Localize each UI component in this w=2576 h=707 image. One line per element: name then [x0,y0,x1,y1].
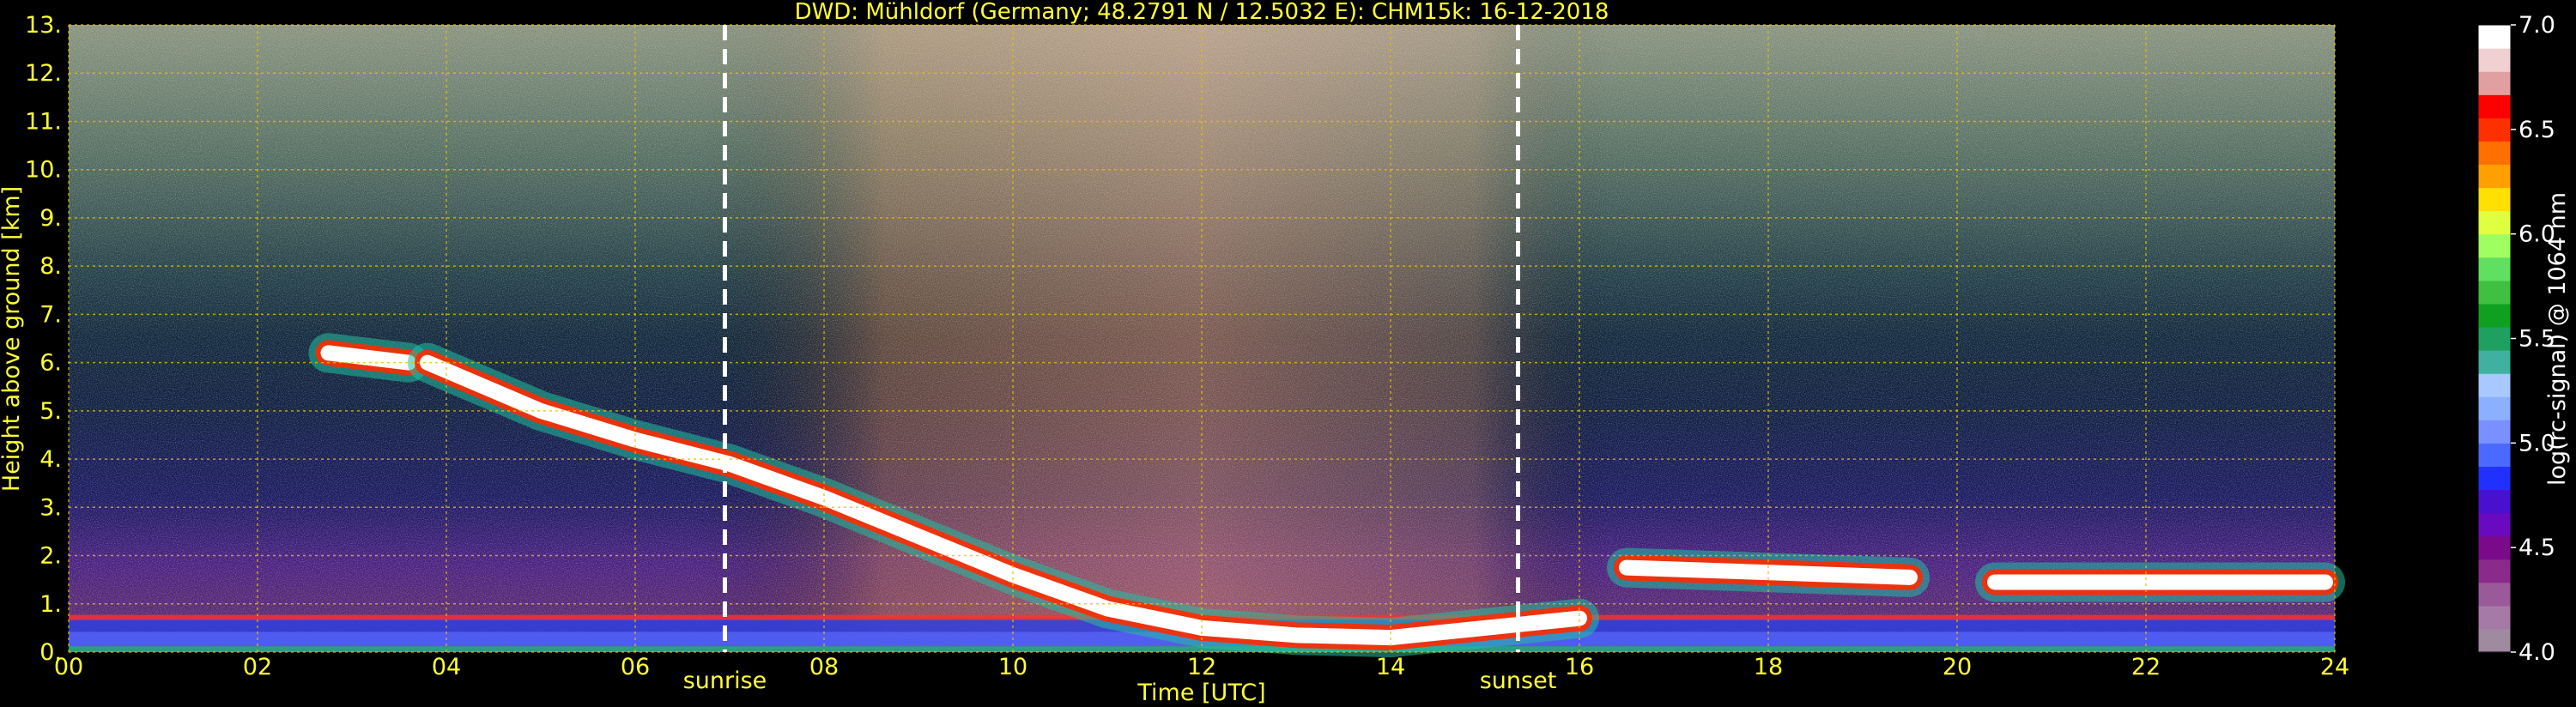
y-tick-label: 2. [39,543,62,570]
lidar-chart: DWD: Mühldorf (Germany; 48.2791 N / 12.5… [0,0,2571,706]
y-tick-label: 6. [39,350,62,377]
x-axis-label: Time [UTC] [1136,680,1265,706]
colorbar-block [2478,118,2511,142]
elevated-cloud-a-core [320,345,416,371]
colorbar-blocks [2478,25,2511,653]
x-tick-label: 20 [1943,654,1972,680]
colorbar-block [2478,25,2511,49]
y-tick-label: 3. [39,494,62,521]
y-tick-label: 13. [25,12,62,39]
colorbar-block [2478,280,2511,305]
y-tick-label: 11. [25,108,62,135]
plot-area [68,24,2345,658]
y-tick-label: 7. [39,301,62,328]
x-tick-label: 16 [1565,654,1594,680]
colorbar-block [2478,535,2511,560]
y-tick-label: 1. [39,591,62,618]
x-tick-label: 04 [432,654,461,680]
y-tick-label: 12. [25,60,62,87]
x-axis-ticks: 00 02 04 06 08 10 12 14 16 18 20 22 24 [54,654,2349,680]
x-tick-label: 14 [1376,654,1405,680]
colorbar-block [2478,350,2511,374]
y-tick-label: 4. [39,446,62,473]
colorbar-tick-label: 6.5 [2518,117,2555,143]
y-tick-label: 10. [25,157,62,184]
x-tick-label: 06 [621,654,650,680]
colorbar-block [2478,373,2511,397]
x-tick-label: 00 [54,654,83,680]
sunset-label: sunset [1480,668,1557,694]
x-tick-label: 10 [998,654,1027,680]
colorbar-block [2478,187,2511,212]
colorbar-block [2478,210,2511,235]
colorbar-tick-label: 4.5 [2518,535,2555,561]
y-tick-label: 8. [39,253,62,280]
colorbar-block [2478,605,2511,630]
colorbar-tick-label: 7.0 [2518,12,2555,39]
y-axis-ticks: 0.1.2.3.4.5.6.7.8.9.10.11.12.13. [25,12,62,666]
colorbar-block [2478,48,2511,72]
colorbar-block [2478,420,2511,444]
colorbar-block [2478,326,2511,351]
colorbar-label: log(rc-signal) @ 1064 nm [2544,192,2571,486]
colorbar-block [2478,303,2511,328]
colorbar-block [2478,628,2511,653]
colorbar-block [2478,141,2511,166]
colorbar: 4.04.55.05.56.06.57.0 log(rc-signal) @ 1… [2477,12,2571,666]
y-tick-label: 9. [39,205,62,232]
colorbar-block [2478,512,2511,537]
colorbar-block [2478,443,2511,468]
colorbar-block [2478,71,2511,95]
colorbar-block [2478,466,2511,491]
x-tick-label: 22 [2131,654,2161,680]
sunrise-label: sunrise [683,668,767,694]
y-tick-label: 5. [39,398,62,425]
colorbar-block [2478,396,2511,420]
x-tick-label: 12 [1187,654,1216,680]
colorbar-block [2478,257,2511,281]
y-axis-label: Height above ground [km] [0,186,25,492]
colorbar-tick-label: 4.0 [2518,639,2555,666]
colorbar-block [2478,489,2511,514]
x-tick-label: 08 [809,654,839,680]
colorbar-block [2478,233,2511,258]
x-tick-label: 02 [243,654,272,680]
x-tick-label: 18 [1754,654,1783,680]
colorbar-block [2478,164,2511,189]
chart-title: DWD: Mühldorf (Germany; 48.2791 N / 12.5… [795,0,1609,25]
colorbar-block [2478,582,2511,607]
colorbar-block [2478,94,2511,118]
colorbar-block [2478,559,2511,583]
x-tick-label: 24 [2320,654,2349,680]
